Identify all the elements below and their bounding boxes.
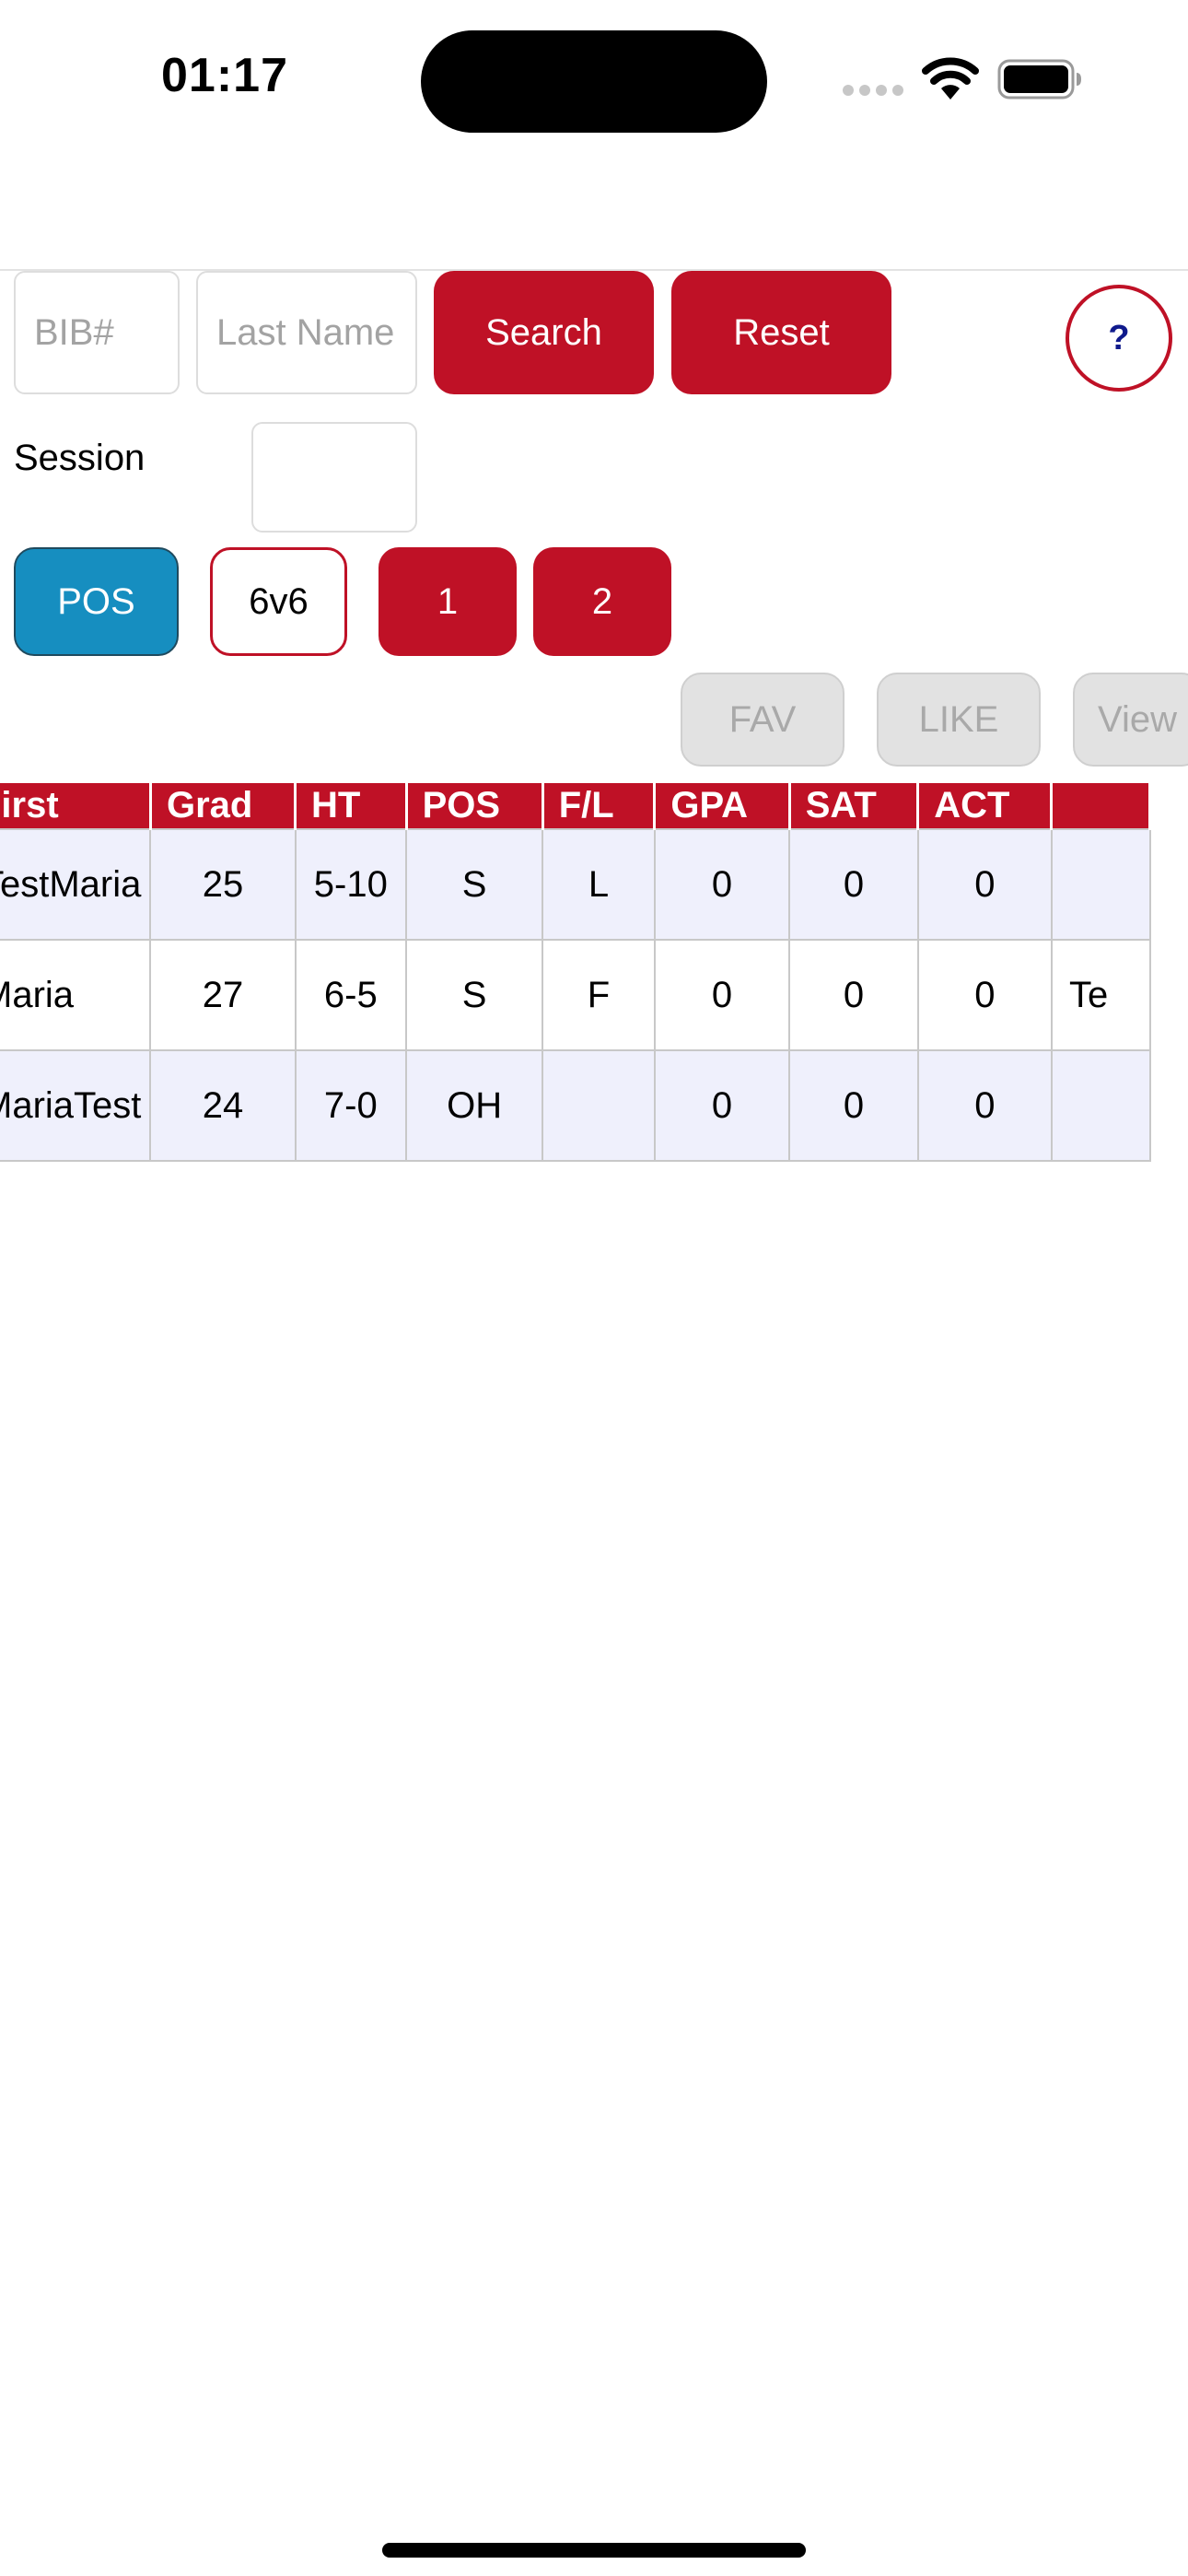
table-row[interactable]: TestMaria 25 5-10 S L 0 0 0 [0, 828, 1151, 941]
cell-sat: 0 [788, 828, 919, 941]
fav-button[interactable]: FAV [681, 673, 844, 767]
last-name-input[interactable] [196, 271, 417, 394]
format-6v6-button[interactable]: 6v6 [210, 547, 347, 656]
cell-grad: 27 [149, 939, 297, 1051]
cell-extra: Te [1050, 939, 1151, 1051]
cell-fl: F [542, 939, 656, 1051]
cell-fl: L [542, 828, 656, 941]
cell-act: 0 [916, 828, 1053, 941]
cell-fl [542, 1049, 656, 1162]
cell-ht: 5-10 [294, 828, 408, 941]
column-header-extra[interactable] [1051, 783, 1151, 830]
session-2-button[interactable]: 2 [533, 547, 671, 656]
reset-button[interactable]: Reset [671, 271, 891, 394]
pos-filter-button[interactable]: POS [14, 547, 179, 656]
cell-ht: 7-0 [294, 1049, 408, 1162]
view-button[interactable]: View [1073, 673, 1188, 767]
column-header-sat[interactable]: SAT [789, 783, 920, 830]
cell-sat: 0 [788, 1049, 919, 1162]
column-header-grad[interactable]: Grad [150, 783, 297, 830]
signal-icon [843, 85, 903, 96]
column-header-ht[interactable]: HT [295, 783, 408, 830]
results-table: First Grad HT POS F/L GPA SAT ACT TestMa… [0, 783, 1151, 1162]
search-button[interactable]: Search [434, 271, 654, 394]
cell-gpa: 0 [653, 828, 791, 941]
cell-sat: 0 [788, 939, 919, 1051]
cell-act: 0 [916, 1049, 1053, 1162]
home-indicator[interactable] [382, 2543, 806, 2558]
session-input[interactable] [251, 422, 417, 533]
like-button[interactable]: LIKE [877, 673, 1041, 767]
cell-act: 0 [916, 939, 1053, 1051]
session-1-button[interactable]: 1 [379, 547, 517, 656]
results-table-scroll[interactable]: First Grad HT POS F/L GPA SAT ACT TestMa… [0, 783, 1188, 1163]
cell-first: TestMaria [0, 828, 152, 941]
table-header-row: First Grad HT POS F/L GPA SAT ACT [0, 783, 1151, 830]
table-row[interactable]: MariaTest 24 7-0 OH 0 0 0 [0, 1049, 1151, 1162]
table-row[interactable]: Maria 27 6-5 S F 0 0 0 Te [0, 939, 1151, 1051]
cell-first: Maria [0, 939, 152, 1051]
column-header-fl[interactable]: F/L [542, 783, 657, 830]
column-header-gpa[interactable]: GPA [654, 783, 791, 830]
help-button[interactable]: ? [1066, 285, 1172, 392]
cell-gpa: 0 [653, 939, 791, 1051]
app-screen: 01:17 Search Reset ? Session POS 6v6 1 2… [0, 0, 1188, 2576]
wifi-icon [922, 57, 979, 100]
cell-extra [1050, 828, 1151, 941]
cell-pos: OH [405, 1049, 544, 1162]
status-time: 01:17 [161, 49, 288, 102]
cell-first: MariaTest [0, 1049, 152, 1162]
column-header-act[interactable]: ACT [917, 783, 1054, 830]
cell-ht: 6-5 [294, 939, 408, 1051]
dynamic-island [421, 30, 767, 133]
cell-pos: S [405, 828, 544, 941]
battery-icon [997, 59, 1081, 100]
cell-grad: 24 [149, 1049, 297, 1162]
cell-extra [1050, 1049, 1151, 1162]
column-header-first[interactable]: First [0, 783, 152, 830]
cell-grad: 25 [149, 828, 297, 941]
column-header-pos[interactable]: POS [406, 783, 544, 830]
cell-pos: S [405, 939, 544, 1051]
bib-input[interactable] [14, 271, 180, 394]
cell-gpa: 0 [653, 1049, 791, 1162]
session-label: Session [14, 438, 146, 478]
